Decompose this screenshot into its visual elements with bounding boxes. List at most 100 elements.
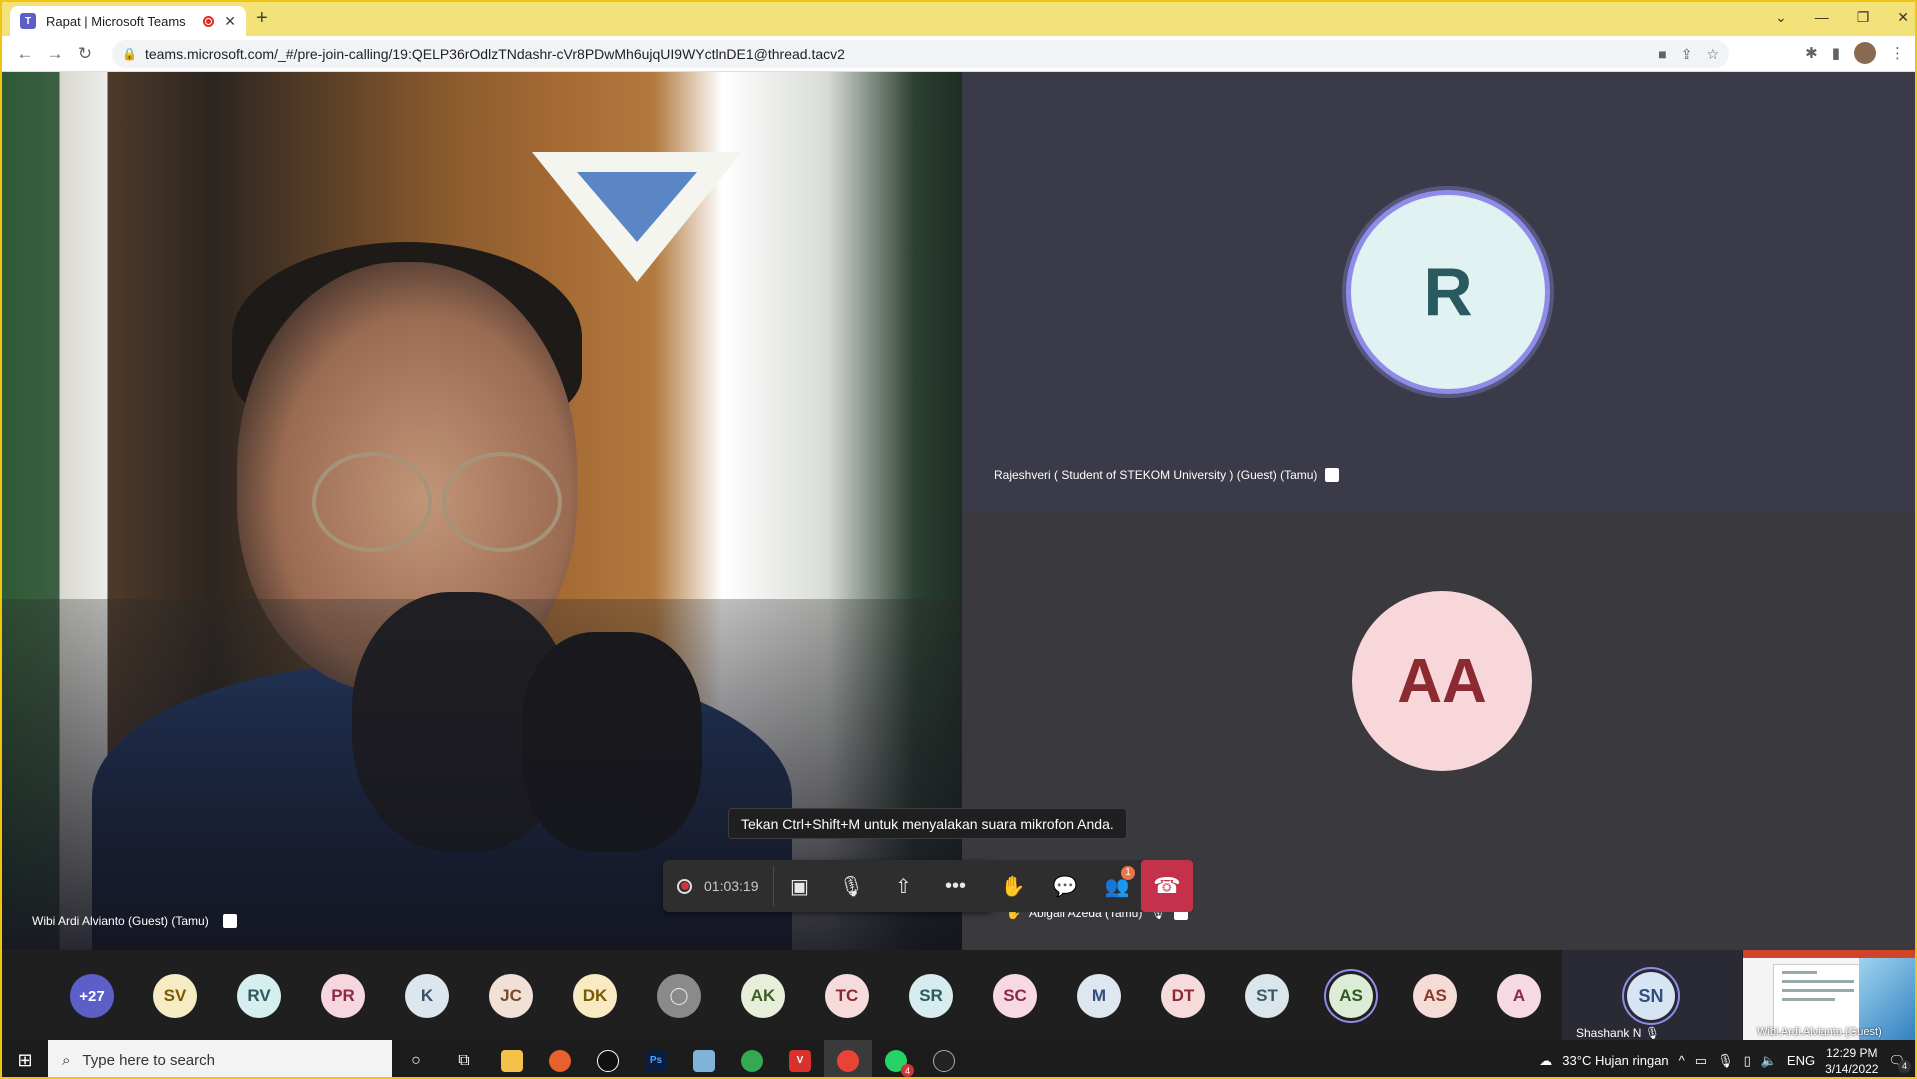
participants-button[interactable]: 👥 1: [1091, 865, 1143, 899]
photoshop-icon[interactable]: Ps: [632, 1040, 680, 1077]
notification-count: 4: [1898, 1059, 1911, 1073]
mic-tray-icon[interactable]: 🎙: [1717, 1053, 1734, 1069]
vivaldi-icon[interactable]: V: [776, 1040, 824, 1077]
window-controls: ⌄ — ❐ ✕: [1775, 2, 1909, 32]
app-window: T Rapat | Microsoft Teams ✕ + ⌄ — ❐ ✕ ← …: [0, 0, 1917, 1079]
windows-taskbar: ⊞ ⌕ Type here to search ○ ⧉ Ps V 4 ☁ 33°…: [2, 1040, 1915, 1077]
spotlight-tile[interactable]: SN Shashank N 🎙: [1562, 950, 1742, 1040]
meeting-stage: Wibi Ardi Alvianto (Guest) (Tamu) R Raje…: [2, 72, 1915, 962]
chat-button[interactable]: 💬: [1039, 874, 1091, 899]
attendee-avatar[interactable]: ST: [1245, 974, 1289, 1018]
lock-icon[interactable]: 🔒: [122, 47, 137, 61]
clock-time: 12:29 PM: [1826, 1045, 1878, 1060]
network-icon[interactable]: ▯: [1744, 1053, 1751, 1069]
spotlight-avatar: SN: [1627, 972, 1675, 1020]
attendee-avatar[interactable]: RV: [237, 974, 281, 1018]
side-panel-icon[interactable]: ▮: [1832, 44, 1840, 62]
minimize-icon[interactable]: —: [1815, 9, 1829, 25]
anonymous-user-icon[interactable]: ◯: [657, 974, 701, 1018]
mic-muted-button[interactable]: 🎙: [826, 874, 878, 899]
attendee-avatar[interactable]: DK: [573, 974, 617, 1018]
notepad-icon[interactable]: [680, 1040, 728, 1077]
participant-card-icon[interactable]: [222, 914, 237, 928]
firefox-icon[interactable]: [536, 1040, 584, 1077]
extensions-area: ✱ ▮ ⋮: [1805, 42, 1905, 64]
browser-tab[interactable]: T Rapat | Microsoft Teams ✕: [10, 6, 246, 36]
participant-avatar-r: R: [1346, 190, 1550, 394]
clock[interactable]: 12:29 PM 3/14/2022: [1825, 1045, 1878, 1077]
overflow-participants[interactable]: +27: [70, 974, 114, 1018]
taskbar-search-box[interactable]: ⌕ Type here to search: [48, 1040, 392, 1077]
attendee-avatar[interactable]: TC: [825, 974, 869, 1018]
shared-screen-thumbnail[interactable]: Wibi Ardi Alvianto (Guest): [1743, 950, 1915, 1040]
call-controls: 01:03:19 ▣ 🎙 ⇧ •••: [663, 860, 993, 912]
participant-strip: +27 SV RV PR K JC DK ◯ AK TC SR SC M DT ST AS AS A: [2, 950, 1562, 1040]
volume-icon[interactable]: 🔈: [1761, 1053, 1777, 1069]
close-tab-icon[interactable]: ✕: [224, 13, 236, 30]
bookmark-star-icon[interactable]: ☆: [1706, 46, 1719, 63]
tray-chevron-icon[interactable]: ^: [1679, 1053, 1685, 1068]
tab-search-icon[interactable]: ⌄: [1775, 9, 1787, 26]
participant-card-icon[interactable]: [1325, 468, 1340, 482]
close-window-icon[interactable]: ✕: [1897, 9, 1909, 26]
hang-up-button[interactable]: ☎: [1141, 860, 1193, 912]
clock-date: 3/14/2022: [1825, 1061, 1879, 1076]
call-timer: 01:03:19: [704, 878, 759, 894]
obs-icon[interactable]: [920, 1040, 968, 1077]
system-tray: ☁ 33°C Hujan ringan ^ ▭ 🎙 ▯ 🔈 ENG 12:29 …: [1539, 1045, 1915, 1077]
attendee-avatar[interactable]: M: [1077, 974, 1121, 1018]
chrome-active-icon[interactable]: [824, 1040, 872, 1077]
attendee-avatar[interactable]: AK: [741, 974, 785, 1018]
browser-toolbar: ← → ↻ 🔒 teams.microsoft.com/_#/pre-join-…: [2, 36, 1915, 72]
weather-text[interactable]: 33°C Hujan ringan: [1562, 1053, 1668, 1068]
attendee-avatar[interactable]: A: [1497, 974, 1541, 1018]
file-explorer-icon[interactable]: [488, 1040, 536, 1077]
attendee-avatar[interactable]: AS: [1329, 974, 1373, 1018]
glasses-left: [312, 452, 432, 552]
tab-strip: T Rapat | Microsoft Teams ✕ + ⌄ — ❐ ✕: [2, 2, 1915, 36]
profile-avatar[interactable]: [1854, 42, 1876, 64]
address-bar[interactable]: 🔒 teams.microsoft.com/_#/pre-join-callin…: [112, 40, 1729, 68]
task-view-icon[interactable]: ⧉: [440, 1040, 488, 1077]
mute-shortcut-tooltip: Tekan Ctrl+Shift+M untuk menyalakan suar…: [728, 808, 1127, 839]
share-screen-button[interactable]: ⇧: [878, 874, 930, 899]
attendee-avatar[interactable]: SC: [993, 974, 1037, 1018]
whatsapp-badge: 4: [901, 1064, 914, 1077]
more-actions-button[interactable]: •••: [930, 875, 982, 898]
camera-off-button[interactable]: ▣: [774, 874, 826, 899]
attendee-avatar[interactable]: DT: [1161, 974, 1205, 1018]
attendee-avatar[interactable]: SV: [153, 974, 197, 1018]
whatsapp-icon[interactable]: 4: [872, 1040, 920, 1077]
attendee-avatar[interactable]: K: [405, 974, 449, 1018]
camera-tray-icon[interactable]: ▭: [1695, 1053, 1707, 1069]
forward-icon[interactable]: →: [40, 44, 70, 64]
attendee-avatar[interactable]: SR: [909, 974, 953, 1018]
attendee-avatar[interactable]: JC: [489, 974, 533, 1018]
back-icon[interactable]: ←: [10, 44, 40, 64]
ppt-ribbon: [1743, 950, 1915, 958]
notification-center-icon[interactable]: 🗨 4: [1888, 1053, 1911, 1073]
slide-line: [1782, 989, 1854, 992]
main-participant-name: Wibi Ardi Alvianto (Guest) (Tamu): [32, 914, 209, 928]
attendee-avatar[interactable]: PR: [321, 974, 365, 1018]
reload-icon[interactable]: ↻: [70, 44, 100, 64]
extensions-puzzle-icon[interactable]: ✱: [1805, 44, 1818, 62]
new-tab-icon[interactable]: +: [256, 7, 268, 30]
search-icon: ⌕: [62, 1052, 71, 1069]
inkscape-icon[interactable]: [584, 1040, 632, 1077]
weather-icon[interactable]: ☁: [1539, 1053, 1552, 1069]
restore-icon[interactable]: ❐: [1857, 9, 1870, 26]
menu-kebab-icon[interactable]: ⋮: [1890, 44, 1905, 62]
language-indicator[interactable]: ENG: [1787, 1053, 1815, 1068]
cortana-icon[interactable]: ○: [392, 1040, 440, 1077]
participant-tile-r[interactable]: R Rajeshveri ( Student of STEKOM Univers…: [962, 72, 1915, 511]
raise-hand-button[interactable]: ✋: [987, 874, 1039, 899]
camera-in-use-icon[interactable]: ■: [1658, 46, 1666, 63]
participants-badge: 1: [1121, 865, 1135, 880]
slide-preview: [1773, 964, 1863, 1034]
taskbar-search-placeholder: Type here to search: [82, 1052, 215, 1069]
share-icon[interactable]: ⇪: [1681, 46, 1693, 63]
attendee-avatar[interactable]: AS: [1413, 974, 1457, 1018]
chrome-icon[interactable]: [728, 1040, 776, 1077]
windows-start-icon[interactable]: ⊞: [2, 1050, 48, 1071]
